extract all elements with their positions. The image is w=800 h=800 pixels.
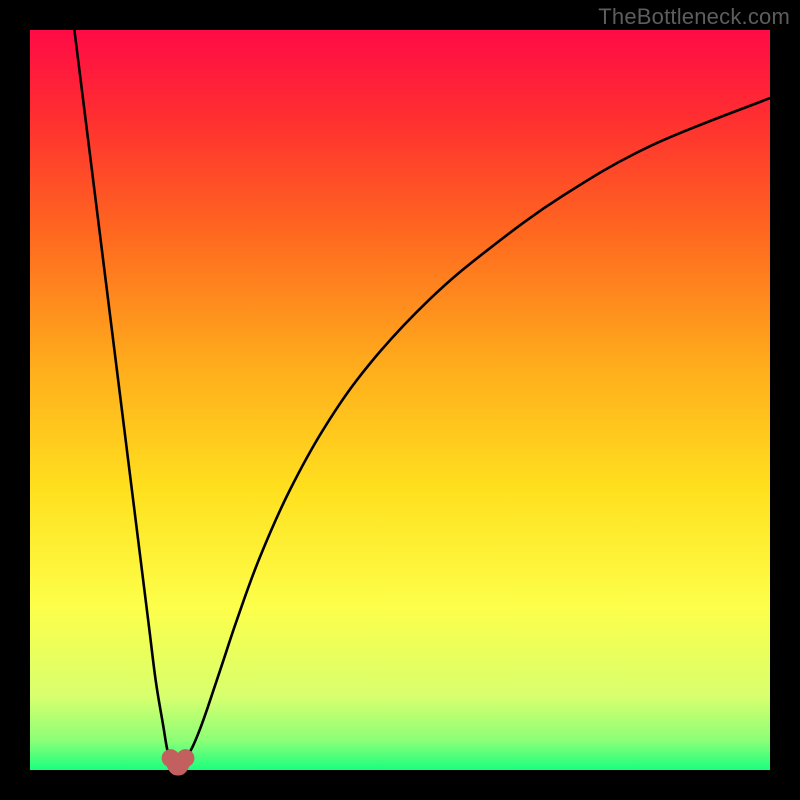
chart-container: TheBottleneck.com [0, 0, 800, 800]
watermark-label: TheBottleneck.com [598, 4, 790, 30]
notch-marker-dot [176, 749, 194, 767]
bottleneck-chart [0, 0, 800, 800]
